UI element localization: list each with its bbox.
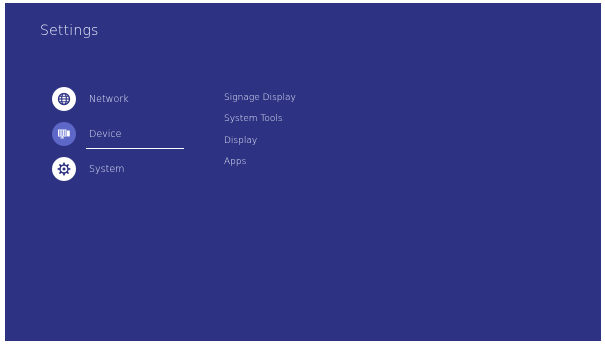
nav-icon-circle xyxy=(52,87,76,111)
submenu-item-signage-display[interactable]: Signage Display xyxy=(224,93,296,103)
globe-icon xyxy=(57,92,71,106)
nav-item-device[interactable]: Device xyxy=(52,121,192,147)
submenu-item-system-tools[interactable]: System Tools xyxy=(224,114,283,124)
selected-item-underline xyxy=(86,148,184,149)
nav-item-label: Device xyxy=(89,128,122,140)
settings-screen: Settings Network Device System Signage D… xyxy=(5,3,601,341)
nav-item-network[interactable]: Network xyxy=(52,86,192,112)
nav-icon-circle xyxy=(52,157,76,181)
submenu-item-display[interactable]: Display xyxy=(224,136,257,146)
nav-item-label: Network xyxy=(89,93,129,105)
device-icon xyxy=(58,129,70,139)
nav-icon-circle xyxy=(52,122,76,146)
submenu-item-apps[interactable]: Apps xyxy=(224,157,246,167)
nav-item-system[interactable]: System xyxy=(52,156,192,182)
gear-icon xyxy=(57,162,71,176)
page-title: Settings xyxy=(40,23,99,39)
nav-item-label: System xyxy=(89,163,125,175)
